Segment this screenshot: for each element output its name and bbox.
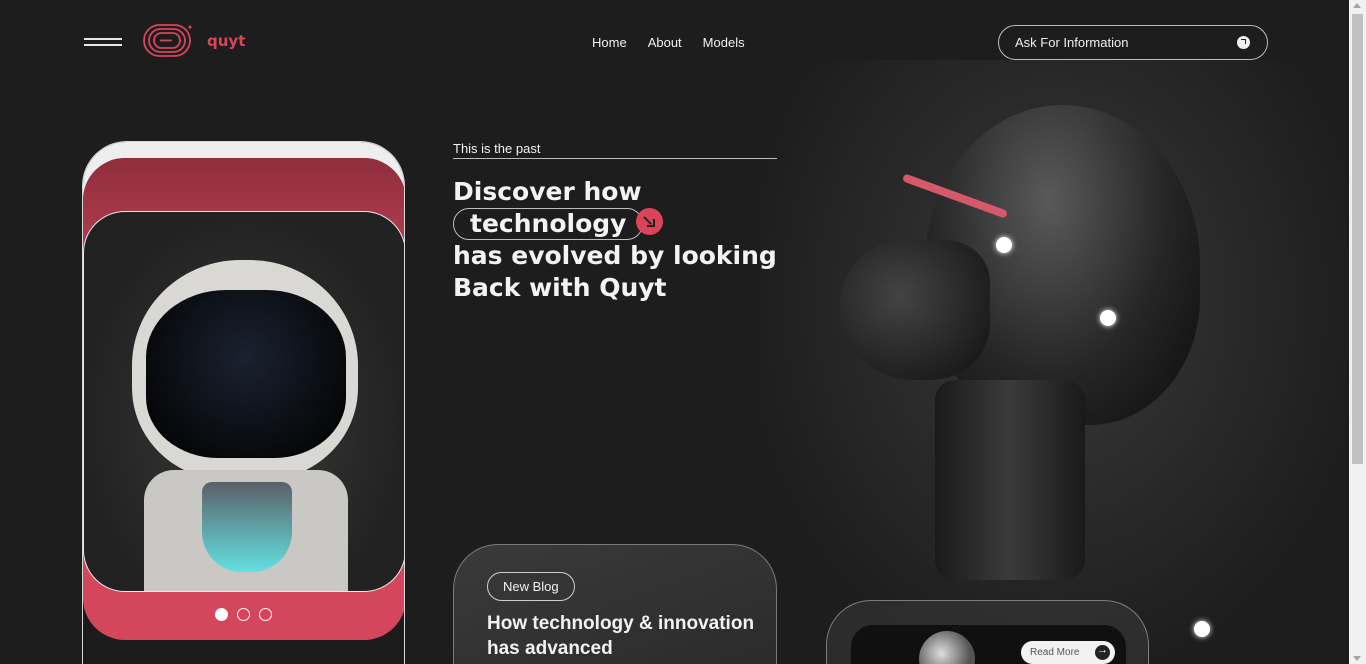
logo-icon bbox=[143, 24, 192, 57]
scroll-up-icon[interactable] bbox=[1353, 3, 1361, 8]
page-scrollbar[interactable] bbox=[1349, 0, 1366, 664]
hamburger-menu-icon[interactable] bbox=[84, 38, 122, 50]
new-blog-badge: New Blog bbox=[487, 572, 575, 601]
arrow-up-right-icon bbox=[1237, 36, 1250, 49]
ask-label: Ask For Information bbox=[1015, 35, 1129, 50]
robot-visor bbox=[146, 290, 346, 458]
main-nav: Home About Models bbox=[592, 35, 745, 50]
scroll-down-icon[interactable] bbox=[1353, 656, 1361, 661]
ask-for-information-button[interactable]: Ask For Information bbox=[998, 25, 1268, 60]
robot-carousel-card bbox=[82, 141, 405, 664]
headline-line: has evolved by looking bbox=[453, 241, 777, 270]
nav-home[interactable]: Home bbox=[592, 35, 627, 50]
astronaut-robot-image bbox=[83, 211, 404, 592]
carousel-dot[interactable] bbox=[215, 608, 228, 621]
robot-face-image bbox=[840, 240, 990, 380]
scrollbar-thumb[interactable] bbox=[1352, 14, 1363, 464]
read-more-button[interactable]: Read More bbox=[1021, 641, 1115, 664]
headline-line: Back with Quyt bbox=[453, 273, 667, 302]
arrow-right-icon bbox=[1095, 644, 1110, 660]
nav-about[interactable]: About bbox=[648, 35, 682, 50]
arrow-down-right-icon[interactable] bbox=[636, 208, 663, 235]
model-orb bbox=[919, 631, 975, 664]
robot-chest-light bbox=[202, 482, 292, 572]
read-more-label: Read More bbox=[1030, 647, 1080, 658]
carousel-dot[interactable] bbox=[237, 608, 250, 621]
blog-title: How technology & innovation has advanced bbox=[487, 613, 755, 659]
carousel-dots bbox=[215, 608, 272, 621]
brand-name: quyt bbox=[207, 32, 246, 50]
brand-logo[interactable]: quyt bbox=[143, 24, 245, 58]
headline-pill-word: technology bbox=[453, 208, 644, 240]
blog-card[interactable]: New Blog How technology & innovation has… bbox=[453, 544, 777, 664]
headline-line: Discover how bbox=[453, 177, 642, 206]
robot-light bbox=[996, 237, 1012, 253]
robot-neck-image bbox=[935, 380, 1085, 580]
hero-eyebrow: This is the past bbox=[453, 141, 777, 159]
nav-models[interactable]: Models bbox=[703, 35, 745, 50]
hero-headline: Discover how technology has evolved by l… bbox=[453, 176, 777, 304]
robot-light bbox=[1194, 621, 1210, 637]
robot-light bbox=[1100, 310, 1116, 326]
carousel-dot[interactable] bbox=[259, 608, 272, 621]
